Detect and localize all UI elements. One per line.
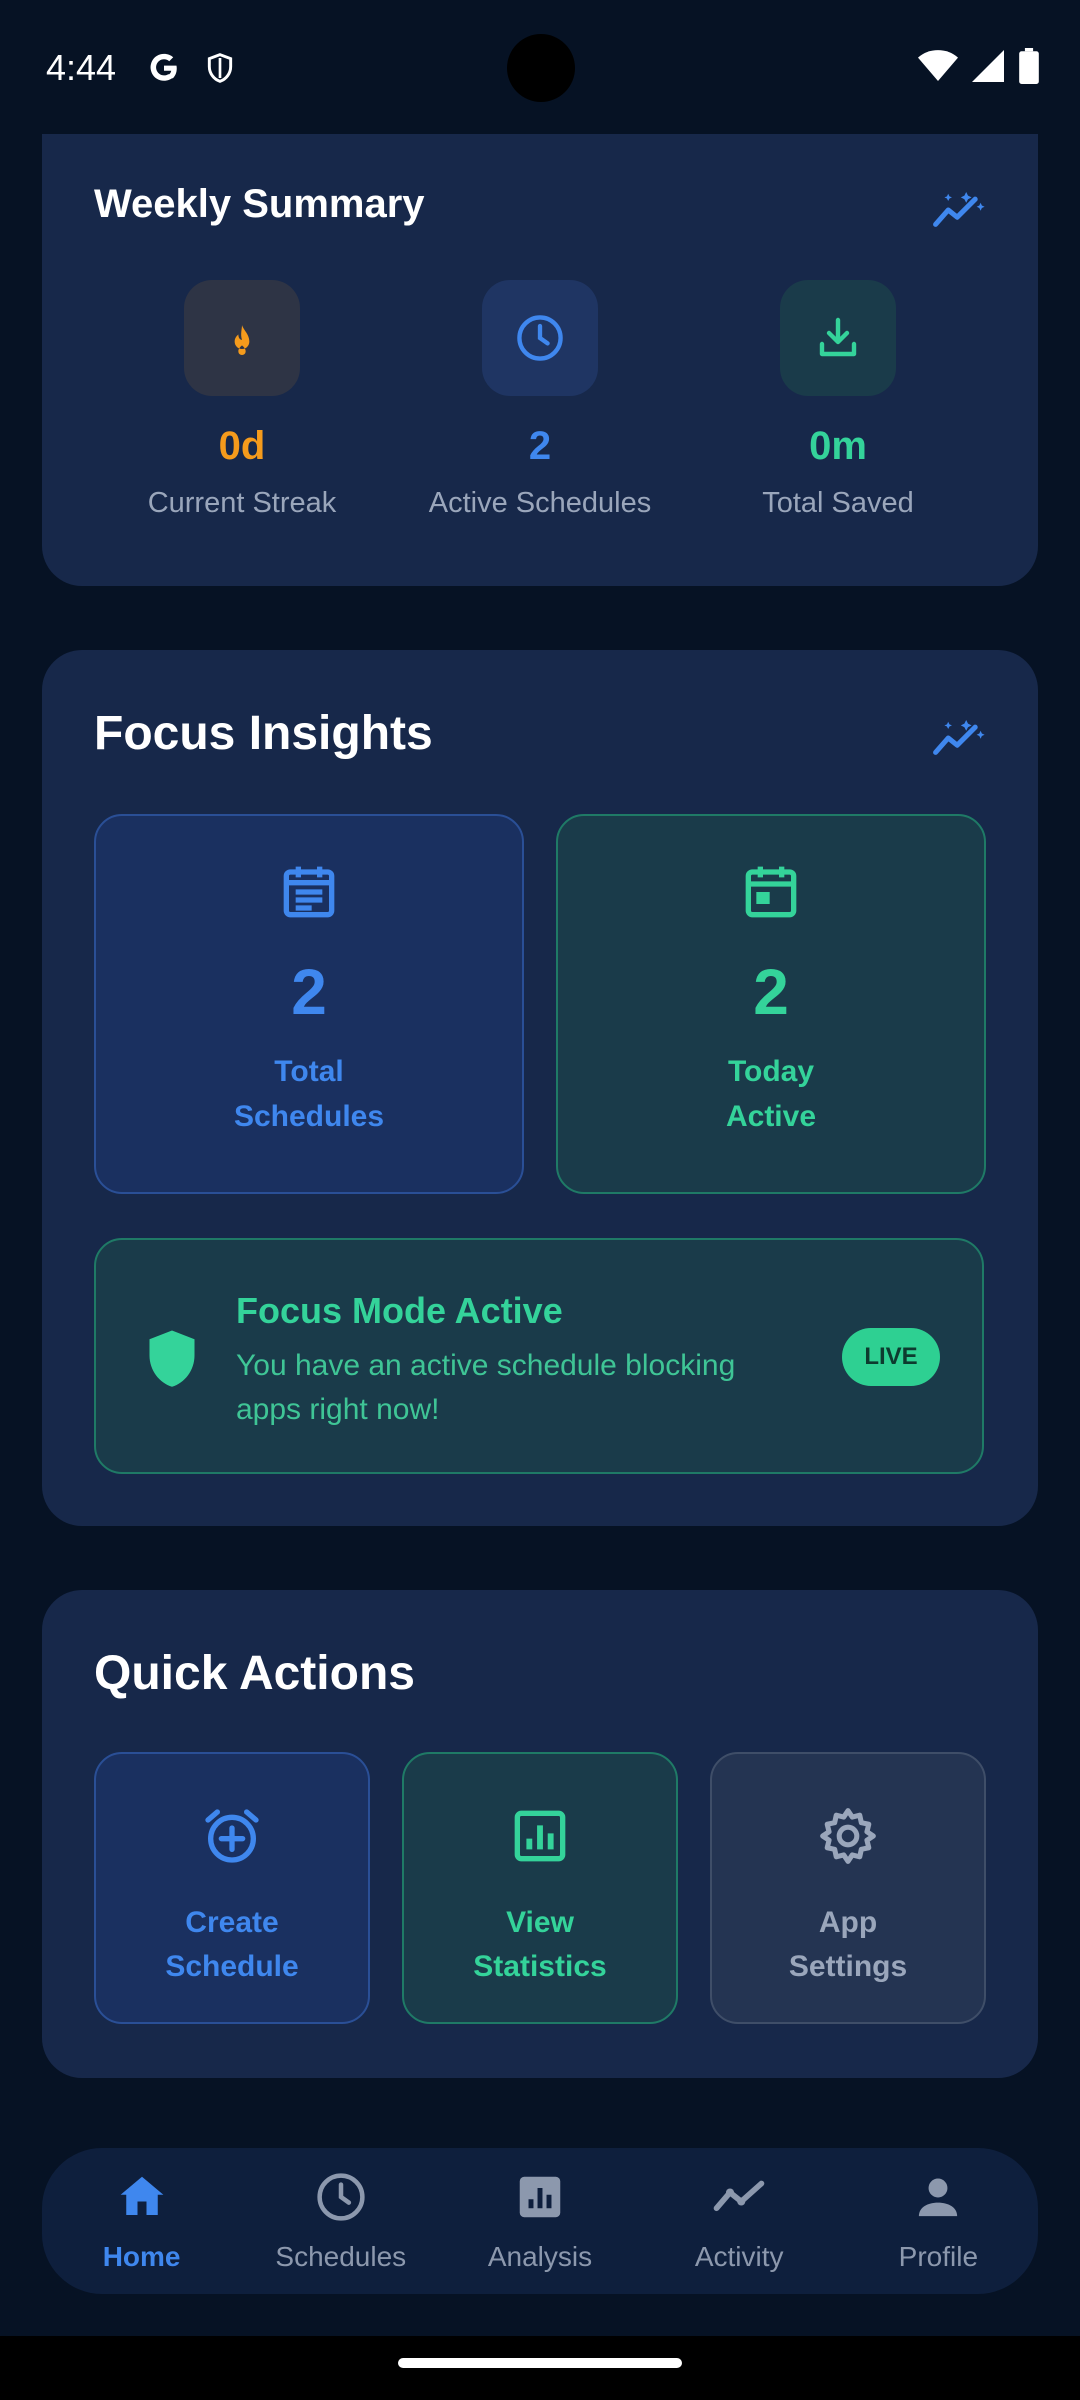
weekly-summary-title: Weekly Summary (94, 182, 425, 226)
total-schedules-box[interactable]: 2 Total Schedules (94, 814, 524, 1194)
nav-label: Home (102, 2240, 181, 2272)
stat-total-saved: 0m Total Saved (688, 280, 988, 520)
focus-mode-title: Focus Mode Active (236, 1290, 563, 1331)
wifi-icon (918, 49, 958, 88)
quick-actions-card: Quick Actions Create Schedule View Stati… (42, 1590, 1038, 2078)
status-time: 4:44 (46, 47, 117, 88)
insight-label: Total Schedules (233, 1055, 385, 1133)
focus-insights-title: Focus Insights (94, 707, 433, 760)
focus-mode-description: You have an active schedule blocking app… (236, 1349, 736, 1426)
live-badge: LIVE (842, 1328, 940, 1386)
stat-value: 0d (218, 424, 266, 468)
status-indicators (918, 48, 1040, 89)
activity-icon (713, 2180, 765, 2211)
nav-activity[interactable]: Activity (644, 2170, 834, 2273)
stat-label: Current Streak (147, 487, 337, 519)
weekly-summary-card: Weekly Summary 0d Current Streak 2 Activ… (42, 134, 1038, 586)
bottom-navigation: Home Schedules Analysis Activity Profile (42, 2148, 1038, 2294)
nav-label: Activity (694, 2240, 784, 2272)
nav-label: Analysis (487, 2240, 593, 2272)
google-icon (144, 48, 184, 88)
flame-icon (184, 280, 300, 396)
stat-value: 2 (528, 424, 552, 468)
nav-label: Schedules (275, 2240, 407, 2272)
insights-sparkle-icon (933, 720, 985, 755)
shield-icon (149, 1330, 195, 1387)
app-settings-button[interactable]: App Settings (710, 1752, 986, 2024)
focus-mode-active-panel: Focus Mode Active You have an active sch… (94, 1238, 984, 1474)
focus-insights-card: Focus Insights 2 Total Schedules 2 Today… (42, 650, 1038, 1526)
nav-analysis[interactable]: Analysis (445, 2170, 635, 2273)
camera-cutout (507, 34, 575, 102)
nav-home[interactable]: Home (47, 2170, 237, 2273)
stat-value: 0m (809, 424, 867, 468)
alarm-add-icon (205, 1809, 259, 1863)
home-gesture-handle[interactable] (398, 2358, 682, 2368)
statistics-icon (514, 1810, 566, 1862)
stat-active-schedules: 2 Active Schedules (390, 280, 690, 520)
shield-icon (200, 48, 240, 88)
nav-schedules[interactable]: Schedules (246, 2170, 436, 2273)
signal-icon (972, 49, 1004, 88)
action-label: View Statistics (473, 1906, 607, 1983)
clock-icon (482, 280, 598, 396)
clock-icon (317, 2172, 365, 2221)
stat-label: Total Saved (762, 487, 914, 519)
nav-profile[interactable]: Profile (843, 2170, 1033, 2273)
home-icon (120, 2176, 163, 2215)
view-statistics-button[interactable]: View Statistics (402, 1752, 678, 2024)
calendar-icon (745, 866, 797, 918)
insight-label: Today Active (725, 1055, 817, 1133)
bar-chart-icon (519, 2176, 561, 2217)
download-icon (780, 280, 896, 396)
insight-value: 2 (291, 956, 327, 1028)
gear-icon (820, 1808, 876, 1864)
stat-label: Active Schedules (428, 487, 652, 519)
stat-current-streak: 0d Current Streak (92, 280, 392, 520)
action-label: Create Schedule (165, 1906, 299, 1983)
calendar-list-icon (283, 866, 335, 918)
insight-value: 2 (753, 956, 789, 1028)
create-schedule-button[interactable]: Create Schedule (94, 1752, 370, 2024)
today-active-box[interactable]: 2 Today Active (556, 814, 986, 1194)
gesture-bar-area (0, 2336, 1080, 2400)
person-icon (919, 2178, 958, 2216)
insights-sparkle-icon (933, 192, 985, 227)
battery-icon (1018, 48, 1040, 89)
quick-actions-title: Quick Actions (94, 1647, 415, 1700)
action-label: App Settings (788, 1906, 908, 1983)
nav-label: Profile (898, 2240, 979, 2272)
